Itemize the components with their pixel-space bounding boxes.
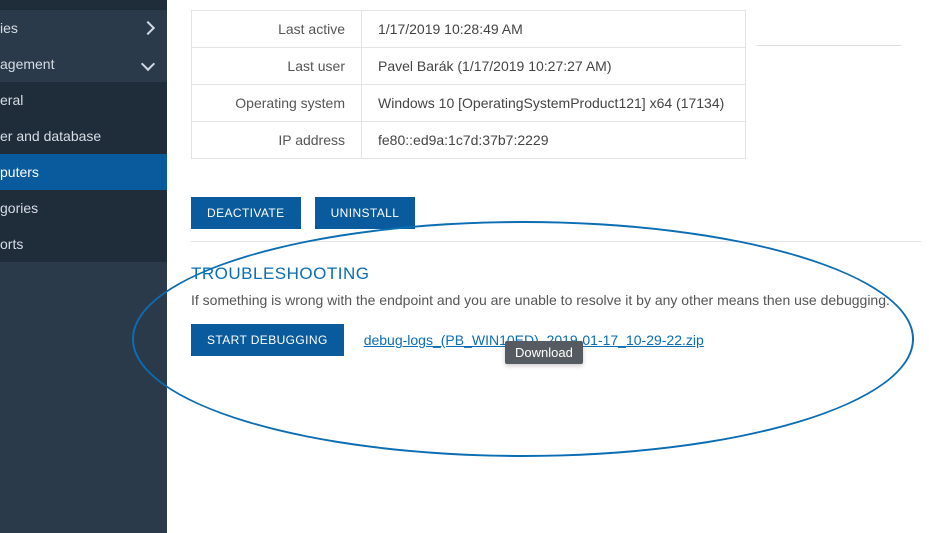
detail-value: 1/17/2019 10:28:49 AM — [362, 11, 746, 48]
computer-details-table: Last active 1/17/2019 10:28:49 AM Last u… — [191, 10, 746, 159]
table-row: Last user Pavel Barák (1/17/2019 10:27:2… — [192, 48, 746, 85]
uninstall-button[interactable]: UNINSTALL — [315, 197, 416, 229]
sidebar-item-eral[interactable]: eral — [0, 82, 167, 118]
detail-label: Operating system — [192, 85, 362, 122]
main-content: Last active 1/17/2019 10:28:49 AM Last u… — [167, 0, 929, 533]
download-tooltip: Download — [505, 341, 583, 364]
start-debugging-button[interactable]: START DEBUGGING — [191, 324, 344, 356]
sidebar-item-er-and-database[interactable]: er and database — [0, 118, 167, 154]
detail-label: Last active — [192, 11, 362, 48]
sidebar-item-label: ies — [0, 20, 18, 36]
detail-label: Last user — [192, 48, 362, 85]
sidebar-item-label: orts — [0, 236, 23, 252]
sidebar-item-label: er and database — [0, 128, 101, 144]
sidebar-top-stub — [0, 0, 167, 10]
action-buttons-row: DEACTIVATE UNINSTALL — [191, 197, 929, 229]
sidebar-item-orts[interactable]: orts — [0, 226, 167, 262]
sidebar-item-puters[interactable]: puters — [0, 154, 167, 190]
troubleshooting-heading: TROUBLESHOOTING — [191, 264, 929, 284]
sidebar-item-ies[interactable]: ies — [0, 10, 167, 46]
table-row: Operating system Windows 10 [OperatingSy… — [192, 85, 746, 122]
detail-value: Pavel Barák (1/17/2019 10:27:27 AM) — [362, 48, 746, 85]
detail-value: fe80::ed9a:1c7d:37b7:2229 — [362, 122, 746, 159]
troubleshooting-description: If something is wrong with the endpoint … — [191, 292, 929, 308]
chevron-right-icon — [141, 21, 155, 35]
section-divider — [191, 241, 921, 242]
deactivate-button[interactable]: DEACTIVATE — [191, 197, 301, 229]
sidebar-item-label: gories — [0, 200, 38, 216]
detail-value: Windows 10 [OperatingSystemProduct121] x… — [362, 85, 746, 122]
table-row: Last active 1/17/2019 10:28:49 AM — [192, 11, 746, 48]
right-side-panel-stub — [757, 0, 901, 46]
detail-label: IP address — [192, 122, 362, 159]
sidebar: ies agement eral er and database puters … — [0, 0, 167, 533]
sidebar-item-label: agement — [0, 56, 54, 72]
sidebar-item-gories[interactable]: gories — [0, 190, 167, 226]
table-row: IP address fe80::ed9a:1c7d:37b7:2229 — [192, 122, 746, 159]
sidebar-item-label: puters — [0, 164, 39, 180]
sidebar-item-label: eral — [0, 92, 23, 108]
chevron-down-icon — [141, 57, 155, 71]
sidebar-item-agement[interactable]: agement — [0, 46, 167, 82]
sidebar-filler — [0, 280, 167, 533]
